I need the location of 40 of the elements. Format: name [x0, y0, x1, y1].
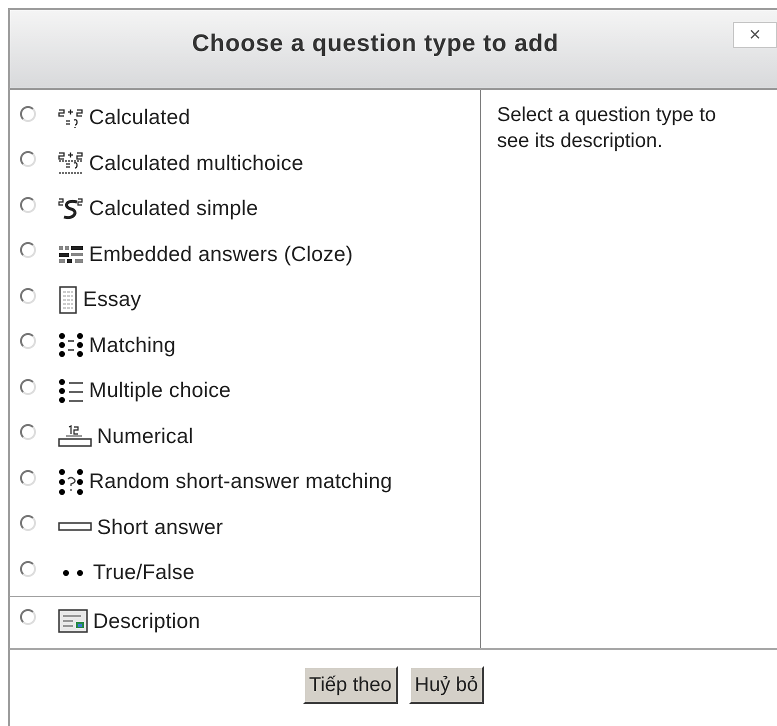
radio-button[interactable]	[20, 196, 36, 213]
description-icon	[58, 609, 88, 634]
matching-icon	[58, 468, 84, 496]
radio-button[interactable]	[20, 424, 36, 440]
question-type-label: Embedded answers (Cloze)	[89, 242, 353, 268]
question-type-label: True/False	[93, 560, 195, 586]
close-button[interactable]: ×	[733, 22, 777, 48]
radio-button[interactable]	[20, 515, 36, 532]
question-type-label: Random short-answer matching	[89, 469, 392, 495]
radio-button[interactable]	[20, 288, 36, 304]
matching-icon	[58, 332, 84, 358]
question-type-label: Calculated	[89, 105, 190, 131]
radio-button[interactable]	[20, 470, 36, 486]
radio-button[interactable]	[20, 609, 36, 626]
number-field-icon	[58, 424, 92, 448]
document-icon	[58, 286, 78, 314]
dialog-button[interactable]: Tiếp theo	[302, 666, 398, 704]
radio-button[interactable]	[20, 106, 36, 122]
formula-icon	[58, 196, 84, 221]
description-text: Select a question type to see its description.	[496, 103, 718, 154]
question-type-label: Numerical	[97, 424, 194, 450]
radio-button[interactable]	[20, 560, 36, 577]
text-field-icon	[58, 522, 92, 532]
question-type-label: Calculated multichoice	[89, 150, 304, 176]
radio-button[interactable]	[20, 151, 36, 168]
list-icon	[58, 378, 84, 404]
dialog-button[interactable]: Huỷ bỏ	[408, 666, 484, 704]
formula-icon	[58, 106, 84, 129]
radio-button[interactable]	[20, 333, 36, 350]
question-type-label: Matching	[89, 332, 176, 358]
question-type-label: Calculated simple	[89, 196, 258, 222]
question-type-label: Short answer	[97, 514, 224, 540]
question-type-label: Multiple choice	[89, 378, 231, 404]
question-type-label: Essay	[83, 287, 142, 313]
formula-icon	[58, 151, 84, 176]
blanks-icon	[58, 243, 84, 266]
radio-button[interactable]	[20, 242, 36, 258]
radio-button[interactable]	[20, 378, 36, 395]
dialog-title: Choose a question type to add	[192, 29, 559, 59]
question-type-label: Description	[93, 608, 200, 634]
